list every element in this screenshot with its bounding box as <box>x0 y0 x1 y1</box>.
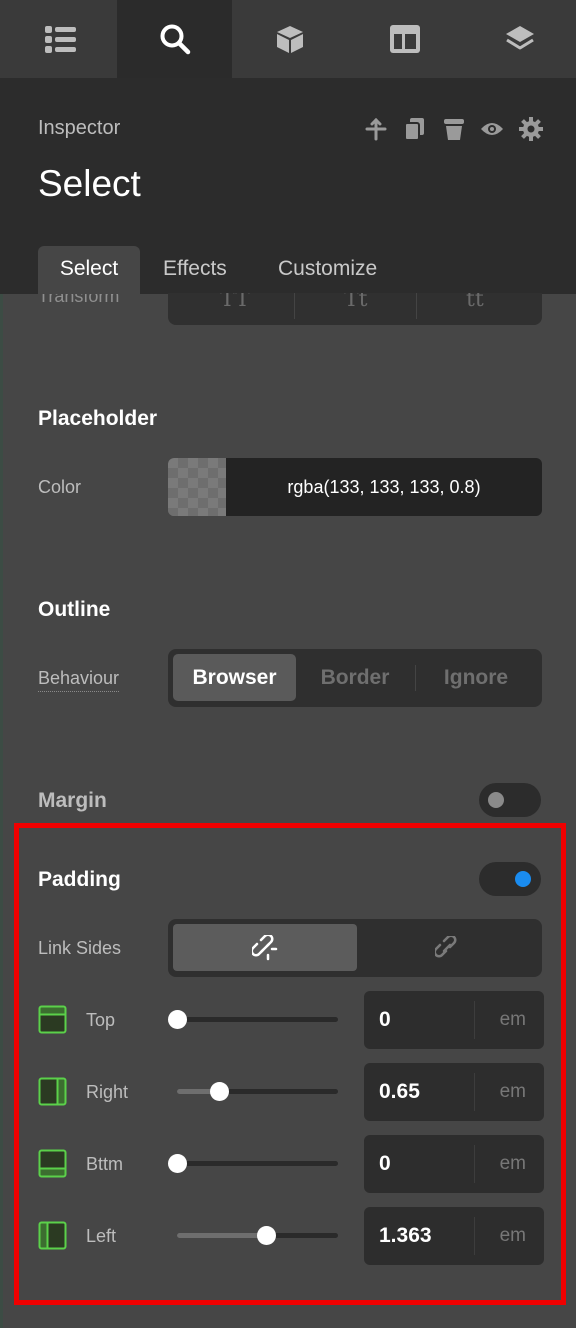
layers-icon <box>505 26 534 50</box>
slider-thumb[interactable] <box>210 1082 229 1101</box>
transform-option-capitalize[interactable]: Tt <box>344 293 368 312</box>
header-action-duplicate[interactable] <box>404 116 426 142</box>
slider-thumb[interactable] <box>257 1226 276 1245</box>
header-action-move[interactable] <box>364 116 388 142</box>
padding-top-value[interactable]: 0 <box>379 991 391 1049</box>
tab-layers[interactable] <box>462 0 576 78</box>
margin-title: Margin <box>38 789 107 812</box>
input-divider <box>474 1145 475 1183</box>
padding-bottom-label: Bttm <box>86 1154 124 1174</box>
delete-icon <box>444 119 464 140</box>
list-icon <box>44 26 76 53</box>
top-tab-bar <box>0 0 576 78</box>
margin-toggle-knob <box>488 792 504 808</box>
layout-icon <box>389 25 420 53</box>
link-sides-linked-button[interactable] <box>173 924 357 971</box>
padding-right-slider[interactable] <box>177 1082 338 1101</box>
padding-left-slider[interactable] <box>177 1226 338 1245</box>
color-value: rgba(133, 133, 133, 0.8) <box>287 477 481 497</box>
behaviour-ignore-button[interactable]: Ignore <box>416 654 536 701</box>
padding-left-input[interactable]: 1.363 em <box>364 1207 544 1265</box>
behaviour-border-button[interactable]: Border <box>296 654 414 701</box>
padding-left-unit[interactable]: em <box>500 1207 526 1265</box>
header-action-settings[interactable] <box>519 116 543 142</box>
tab-layouts[interactable] <box>347 0 462 78</box>
tab-components[interactable] <box>232 0 347 78</box>
link-icon <box>252 934 278 960</box>
padding-bottom-side-icon <box>38 1149 67 1178</box>
padding-toggle-knob <box>515 871 531 887</box>
padding-bottom-unit[interactable]: em <box>500 1135 526 1193</box>
eye-icon <box>481 123 503 135</box>
placeholder-color-field[interactable]: rgba(133, 133, 133, 0.8) <box>168 458 542 516</box>
link-sides-label: Link Sides <box>38 938 122 958</box>
input-divider <box>474 1073 475 1111</box>
behaviour-segmented: Browser Border Ignore <box>168 649 542 707</box>
tab-structure[interactable] <box>3 0 118 78</box>
move-up-icon <box>365 117 387 141</box>
padding-bottom-slider[interactable] <box>168 1154 338 1173</box>
padding-top-input[interactable]: 0 em <box>364 991 544 1049</box>
link-sides-unlinked-button[interactable] <box>357 924 537 971</box>
input-divider <box>474 1217 475 1255</box>
subtab-customize[interactable]: Customize <box>278 246 377 294</box>
margin-toggle[interactable] <box>479 783 541 817</box>
padding-left-label: Left <box>86 1226 117 1246</box>
element-name: Select <box>38 163 141 204</box>
slider-thumb[interactable] <box>168 1154 187 1173</box>
placeholder-title: Placeholder <box>38 407 158 430</box>
outline-title: Outline <box>38 598 111 621</box>
behaviour-browser-button[interactable]: Browser <box>173 654 296 701</box>
padding-top-unit[interactable]: em <box>500 991 526 1049</box>
tab-inspector[interactable] <box>117 0 232 78</box>
padding-top-side-icon <box>38 1005 67 1034</box>
transform-option-uppercase[interactable]: TT <box>220 293 250 312</box>
transform-segmented: TT Tt tt <box>168 293 542 325</box>
padding-top-label: Top <box>86 1010 116 1030</box>
subtab-select[interactable]: Select <box>38 246 140 294</box>
color-swatch[interactable] <box>168 458 226 516</box>
unlink-icon <box>435 935 457 957</box>
placeholder-color-label: Color <box>38 477 82 497</box>
header-action-delete[interactable] <box>443 116 465 142</box>
inspector-label: Inspector <box>38 117 121 139</box>
transform-sep <box>416 293 417 319</box>
padding-title: Padding <box>38 868 121 891</box>
link-sides-segmented <box>168 919 542 977</box>
transform-option-lowercase[interactable]: tt <box>466 293 484 312</box>
gear-icon <box>519 117 543 141</box>
padding-right-input[interactable]: 0.65 em <box>364 1063 544 1121</box>
transform-sep <box>294 293 295 319</box>
slider-thumb[interactable] <box>168 1010 187 1029</box>
duplicate-icon <box>404 118 424 141</box>
padding-bottom-value[interactable]: 0 <box>379 1135 391 1193</box>
cube-icon <box>276 26 303 53</box>
subtab-effects[interactable]: Effects <box>163 246 227 294</box>
search-icon <box>160 24 190 55</box>
padding-left-side-icon <box>38 1221 67 1250</box>
padding-top-slider[interactable] <box>168 1010 338 1029</box>
padding-right-label: Right <box>86 1082 129 1102</box>
padding-left-value[interactable]: 1.363 <box>379 1207 432 1265</box>
padding-right-side-icon <box>38 1077 67 1106</box>
padding-bottom-input[interactable]: 0 em <box>364 1135 544 1193</box>
transform-label: Transform <box>38 294 120 306</box>
padding-right-unit[interactable]: em <box>500 1063 526 1121</box>
behaviour-label: Behaviour <box>38 668 120 692</box>
input-divider <box>474 1001 475 1039</box>
header-action-visibility[interactable] <box>480 116 504 142</box>
padding-toggle[interactable] <box>479 862 541 896</box>
slider-fill <box>177 1233 266 1238</box>
padding-right-value[interactable]: 0.65 <box>379 1063 420 1121</box>
